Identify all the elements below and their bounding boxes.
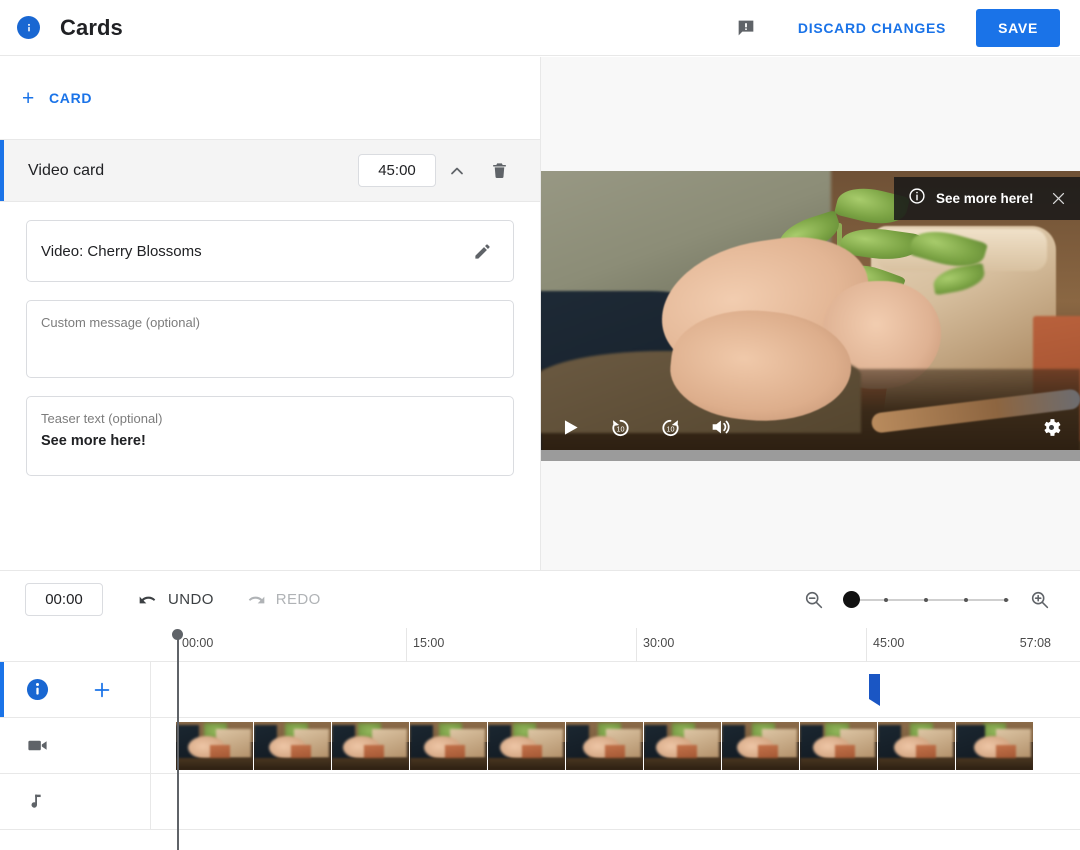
- film-frame: [878, 722, 955, 770]
- zoom-tick: [964, 597, 968, 602]
- film-frame: [332, 722, 409, 770]
- video-track-header: [0, 718, 151, 773]
- card-time-chip[interactable]: 45:00: [358, 154, 436, 187]
- add-card-row: + CARD: [0, 57, 540, 140]
- playhead[interactable]: [177, 634, 179, 850]
- info-icon: [26, 678, 49, 701]
- film-frame: [566, 722, 643, 770]
- card-accent-bar: [0, 140, 4, 201]
- undo-button[interactable]: UNDO: [128, 582, 224, 618]
- current-time-input[interactable]: 00:00: [25, 583, 103, 616]
- app-header: Cards DISCARD CHANGES SAVE: [0, 0, 1080, 56]
- zoom-tick: [924, 597, 928, 602]
- video-card: Video card 45:00 Video: Cherry Blossoms …: [0, 140, 540, 500]
- undo-label: UNDO: [168, 591, 214, 608]
- plus-icon: [94, 682, 110, 697]
- replay-10-icon[interactable]: 10: [603, 410, 637, 444]
- filmstrip[interactable]: [176, 722, 1034, 770]
- add-card-label: CARD: [48, 90, 93, 106]
- film-frame: [644, 722, 721, 770]
- film-frame: [722, 722, 799, 770]
- forward-10-icon[interactable]: 10: [653, 410, 687, 444]
- svg-text:10: 10: [616, 425, 624, 433]
- video-progress-bar[interactable]: [541, 450, 1080, 461]
- zoom-tick: [884, 597, 888, 602]
- tooltip-text: See more here!: [936, 191, 1034, 206]
- video-camera-icon: [26, 734, 49, 757]
- audio-track-row: [0, 774, 1080, 830]
- timeline-toolbar: 00:00 UNDO REDO: [0, 570, 1080, 628]
- add-card-button[interactable]: + CARD: [22, 88, 92, 109]
- zoom-controls: [795, 582, 1080, 618]
- feedback-icon[interactable]: [726, 8, 766, 48]
- info-circle-icon: [908, 187, 926, 210]
- cards-track-header: [0, 662, 151, 717]
- cards-track-lane[interactable]: [151, 662, 1080, 717]
- audio-track-header: [0, 774, 151, 829]
- video-preview-panel: See more here! 10 10: [541, 57, 1080, 570]
- audio-track-lane[interactable]: [151, 774, 1080, 829]
- music-note-icon: [26, 791, 48, 813]
- card-marker[interactable]: [869, 674, 880, 706]
- cards-track-row: [0, 662, 1080, 718]
- volume-icon[interactable]: [703, 410, 737, 444]
- zoom-tick: [1004, 597, 1008, 602]
- gear-icon[interactable]: [1034, 410, 1068, 444]
- teaser-text-input[interactable]: Teaser text (optional) See more here!: [26, 396, 514, 476]
- close-icon[interactable]: [1050, 190, 1067, 207]
- cards-editor-app: Cards DISCARD CHANGES SAVE + CARD Video …: [0, 0, 1080, 850]
- redo-icon: [248, 596, 265, 603]
- add-card-marker-button[interactable]: [91, 679, 113, 701]
- custom-message-label: Custom message (optional): [41, 315, 200, 330]
- timeline: 00:00 15:00 30:00 45:00 57:08: [0, 628, 1080, 850]
- card-teaser-tooltip[interactable]: See more here!: [894, 177, 1080, 220]
- video-player[interactable]: See more here! 10 10: [541, 171, 1080, 461]
- header-actions: DISCARD CHANGES SAVE: [726, 8, 1080, 48]
- ruler-mark: 30:00: [636, 628, 674, 662]
- card-header[interactable]: Video card 45:00: [0, 140, 540, 202]
- video-track-lane[interactable]: [151, 718, 1080, 773]
- video-field-value: Video: Cherry Blossoms: [41, 242, 202, 260]
- redo-button[interactable]: REDO: [236, 582, 331, 618]
- page-title: Cards: [60, 14, 123, 40]
- track-accent-bar: [0, 662, 4, 717]
- chevron-up-icon[interactable]: [436, 150, 478, 192]
- card-title: Video card: [28, 161, 105, 179]
- film-frame: [410, 722, 487, 770]
- teaser-text-label: Teaser text (optional): [41, 411, 163, 426]
- film-frame: [254, 722, 331, 770]
- timeline-ruler[interactable]: 00:00 15:00 30:00 45:00 57:08: [0, 628, 1080, 662]
- cards-panel: + CARD Video card 45:00 Video: Cherry Bl…: [0, 57, 541, 570]
- zoom-slider-thumb[interactable]: [843, 591, 860, 608]
- undo-icon: [139, 596, 156, 603]
- svg-text:10: 10: [666, 425, 674, 433]
- zoom-in-icon[interactable]: [1021, 582, 1057, 618]
- timeline-end-label: 57:08: [866, 628, 1057, 662]
- card-body: Video: Cherry Blossoms Custom message (o…: [0, 202, 540, 500]
- ruler-mark: 15:00: [406, 628, 444, 662]
- trash-icon[interactable]: [478, 150, 520, 192]
- film-frame: [176, 722, 253, 770]
- video-controls: 10 10: [541, 405, 1080, 449]
- custom-message-input[interactable]: Custom message (optional): [26, 300, 514, 378]
- film-frame: [956, 722, 1033, 770]
- zoom-slider[interactable]: [843, 586, 1009, 614]
- plus-icon: +: [22, 86, 35, 110]
- redo-label: REDO: [275, 591, 321, 608]
- film-frame: [800, 722, 877, 770]
- info-icon[interactable]: [17, 16, 40, 39]
- film-frame: [488, 722, 565, 770]
- play-icon[interactable]: [553, 410, 587, 444]
- zoom-out-icon[interactable]: [795, 582, 831, 618]
- video-track-row: [0, 718, 1080, 774]
- video-select-field[interactable]: Video: Cherry Blossoms: [26, 220, 514, 282]
- discard-changes-button[interactable]: DISCARD CHANGES: [782, 10, 962, 46]
- pencil-icon[interactable]: [465, 234, 499, 268]
- card-header-actions: 45:00: [358, 150, 540, 192]
- teaser-text-value: See more here!: [41, 433, 146, 450]
- save-button[interactable]: SAVE: [976, 8, 1060, 47]
